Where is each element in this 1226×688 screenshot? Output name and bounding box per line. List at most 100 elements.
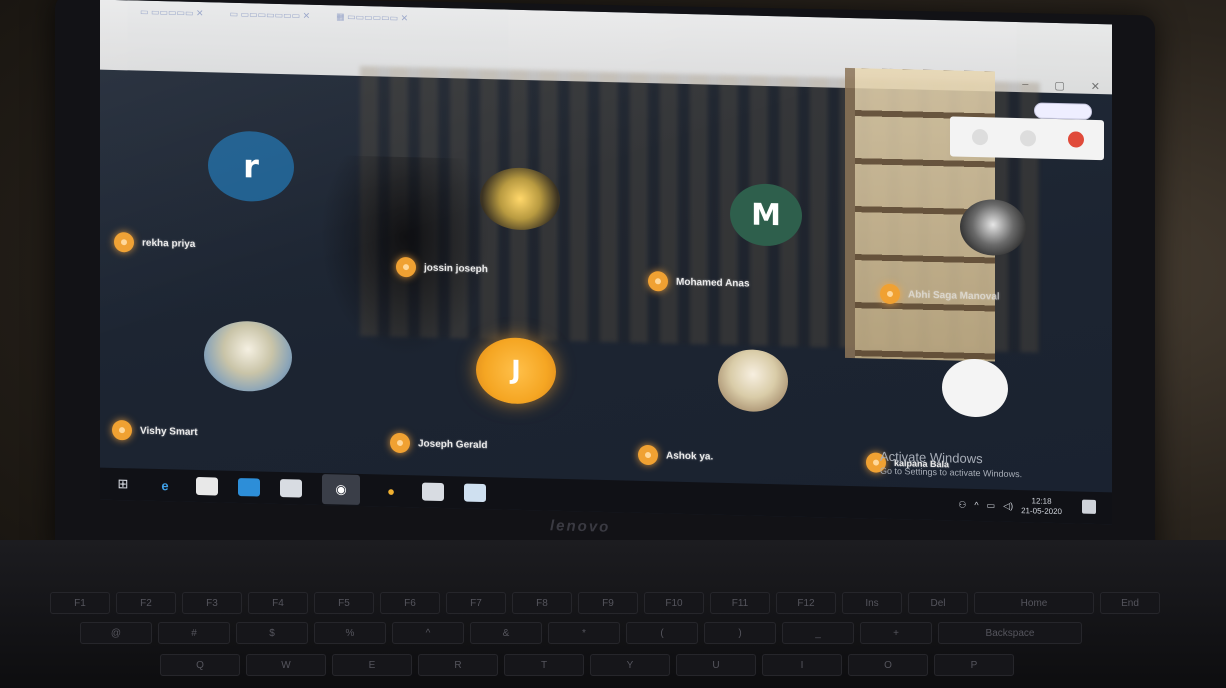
participant-name: Joseph Gerald [418,437,488,451]
keyboard-key[interactable]: Del [908,592,968,614]
participant-name-row: Vishy Smart [112,419,198,442]
chevron-up-icon[interactable]: ^ [974,500,978,510]
file-explorer-icon[interactable] [196,476,218,496]
keyboard-key[interactable]: R [418,654,498,676]
activate-subtitle: Go to Settings to activate Windows. [880,465,1023,480]
keyboard-number-row: @ # $% ^ & * () _ + Backspace [80,622,1082,644]
avatar [718,348,788,413]
keyboard-key[interactable]: Home [974,592,1094,614]
photo-scene: ▭ ▭▭▭▭▭ ✕ ▭ ▭▭▭▭▭▭▭ ✕ ▦ ▭▭▭▭▭▭ ✕ – ▢ ✕ r [0,0,1226,688]
keyboard-key[interactable]: Q [160,654,240,676]
participant-name: Vishy Smart [140,425,198,438]
avatar: M [730,183,802,247]
keyboard-key[interactable]: Ins [842,592,902,614]
participant-name: jossin joseph [424,262,488,275]
browser-tab[interactable]: ▦ ▭▭▭▭▭▭ ✕ [336,11,408,24]
keyboard-key[interactable]: F8 [512,592,572,614]
keyboard-key[interactable]: Y [590,654,670,676]
participant-name: Abhi Saga Manoval [908,288,1000,303]
keyboard-key[interactable]: F12 [776,592,836,614]
camera-icon[interactable] [972,128,988,146]
volume-icon[interactable]: ◁) [1003,500,1013,511]
app-icon[interactable] [464,483,486,503]
keyboard-key[interactable]: W [246,654,326,676]
battery-icon[interactable]: ▭ [987,500,996,511]
keyboard-key[interactable]: * [548,622,620,644]
avatar: r [208,130,294,203]
keyboard-key[interactable]: ) [704,622,776,644]
keyboard-key[interactable]: O [848,654,928,676]
keyboard-key[interactable]: & [470,622,542,644]
participant-name-row: rekha priya [114,231,195,254]
avatar [942,358,1008,418]
browser-tab[interactable]: ▭ ▭▭▭▭▭ ✕ [140,7,204,20]
hangup-icon[interactable] [1068,131,1084,148]
system-tray: ⚇ ^ ▭ ◁) 12:18 21-05-2020 [958,495,1062,518]
keyboard-key[interactable]: % [314,622,386,644]
participant-name-row: Mohamed Anas [648,271,750,293]
keyboard-key[interactable]: T [504,654,584,676]
keyboard-key[interactable]: # [158,622,230,644]
keyboard-key[interactable]: F9 [578,592,638,614]
browser-tab[interactable]: ▭ ▭▭▭▭▭▭▭ ✕ [230,9,311,22]
avatar-initial: M [751,197,781,233]
chrome-icon[interactable]: ◉ [322,474,360,505]
keyboard: F1 F2 F3 F4 F5 F6 F7 F8 F9 F10 F11 F12 Ins Del Home End… [20,592,1226,688]
keyboard-key[interactable]: @ [80,622,152,644]
avatar-initial: J [511,355,521,386]
start-icon[interactable]: ⊞ [112,475,134,494]
keyboard-key[interactable]: F7 [446,592,506,614]
maximize-icon[interactable]: ▢ [1054,79,1064,92]
avatar [960,198,1026,257]
participant-name: Mohamed Anas [676,276,750,290]
keyboard-key[interactable]: Backspace [938,622,1082,644]
avatar [204,320,292,393]
keyboard-key[interactable]: $ [236,622,308,644]
profile-pill[interactable] [1034,102,1092,120]
participant-name-row: Joseph Gerald [390,432,488,455]
keyboard-key[interactable]: U [676,654,756,676]
keyboard-key[interactable]: F6 [380,592,440,614]
keyboard-key[interactable]: F1 [50,592,110,614]
keyboard-key[interactable]: ( [626,622,698,644]
keyboard-key[interactable]: E [332,654,412,676]
mic-icon [638,444,658,466]
call-controls-panel [950,116,1104,161]
keyboard-key[interactable]: F3 [182,592,242,614]
edge-icon[interactable]: e [154,476,176,495]
browser-tabs: ▭ ▭▭▭▭▭ ✕ ▭ ▭▭▭▭▭▭▭ ✕ ▦ ▭▭▭▭▭▭ ✕ [140,7,408,25]
keyboard-key[interactable]: F10 [644,592,704,614]
mic-icon [396,256,416,278]
participant-name-row: jossin joseph [396,256,488,279]
photos-icon[interactable]: ● [380,481,402,500]
people-icon[interactable]: ⚇ [958,499,966,510]
keyboard-key[interactable]: P [934,654,1014,676]
keyboard-key[interactable]: F4 [248,592,308,614]
keyboard-key[interactable]: + [860,622,932,644]
keyboard-key[interactable]: End [1100,592,1160,614]
mic-icon [114,231,134,253]
notification-icon[interactable] [1082,499,1096,514]
laptop-screen: ▭ ▭▭▭▭▭ ✕ ▭ ▭▭▭▭▭▭▭ ✕ ▦ ▭▭▭▭▭▭ ✕ – ▢ ✕ r [100,0,1112,525]
laptop-brand: lenovo [550,517,611,536]
participant-name: Ashok ya. [666,449,714,463]
activate-title: Activate Windows [880,448,983,467]
people-icon[interactable] [1020,130,1036,147]
mic-icon [648,271,668,292]
mic-icon [112,419,132,441]
close-icon[interactable]: ✕ [1091,80,1100,93]
keyboard-key[interactable]: ^ [392,622,464,644]
keyboard-key[interactable]: F11 [710,592,770,614]
app-icon[interactable] [280,479,302,498]
keyboard-key[interactable]: F5 [314,592,374,614]
keyboard-key[interactable]: F2 [116,592,176,614]
clock[interactable]: 12:18 21-05-2020 [1021,496,1062,517]
keyboard-key[interactable]: I [762,654,842,676]
avatar: J [476,336,556,405]
store-icon[interactable] [238,478,260,497]
keyboard-fn-row: F1 F2 F3 F4 F5 F6 F7 F8 F9 F10 F11 F12 Ins Del Home End [50,592,1160,614]
participant-name-row: Abhi Saga Manoval [880,283,1000,307]
mic-icon [880,283,900,305]
app-icon[interactable] [422,482,444,502]
keyboard-key[interactable]: _ [782,622,854,644]
